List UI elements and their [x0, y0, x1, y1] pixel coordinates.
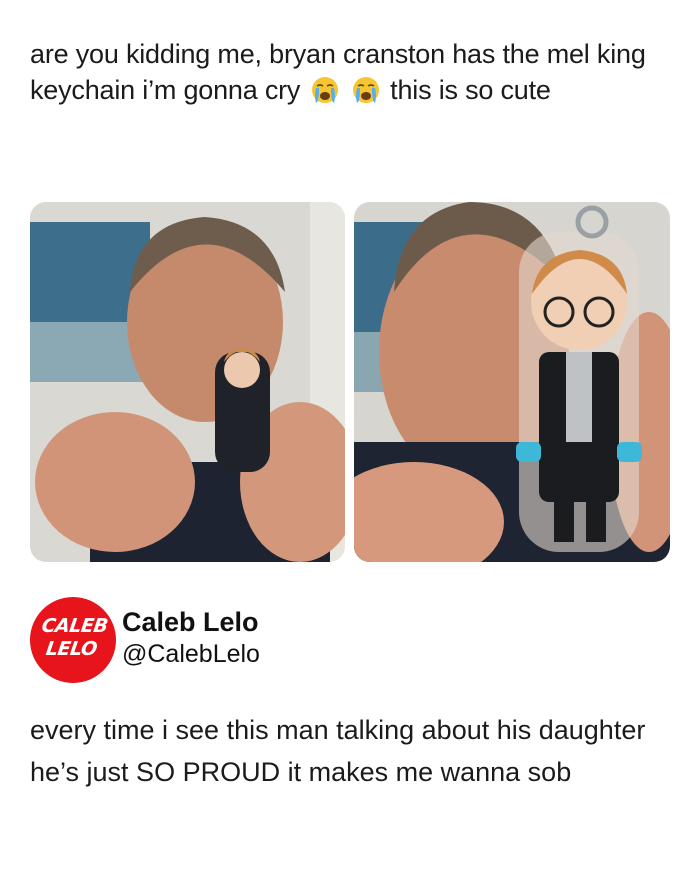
quoted-post-text: every time i see this man talking about …	[30, 715, 646, 787]
author-display-name[interactable]: Caleb Lelo	[122, 607, 259, 638]
avatar-line-2: LELO	[44, 638, 99, 660]
photo-holding-keychain-close[interactable]	[354, 202, 670, 562]
crying-face-emoji-icon	[311, 77, 338, 103]
avatar[interactable]: CALEB LELO	[30, 597, 116, 683]
author-handle[interactable]: @CalebLelo	[122, 640, 260, 669]
avatar-line-1: CALEB	[40, 615, 110, 637]
avatar-logo-text: CALEB LELO	[30, 615, 116, 660]
keychain-closeup-photo-icon	[354, 202, 670, 562]
quoted-author: CALEB LELO Caleb Lelo @CalebLelo	[30, 597, 670, 683]
crying-face-emoji-icon	[352, 77, 379, 103]
post-text: are you kidding me, bryan cranston has t…	[30, 36, 670, 108]
photo-holding-keychain-far[interactable]	[30, 202, 345, 562]
post-text-tail: this is so cute	[390, 75, 551, 105]
man-holding-keychain-photo-icon	[30, 202, 345, 562]
